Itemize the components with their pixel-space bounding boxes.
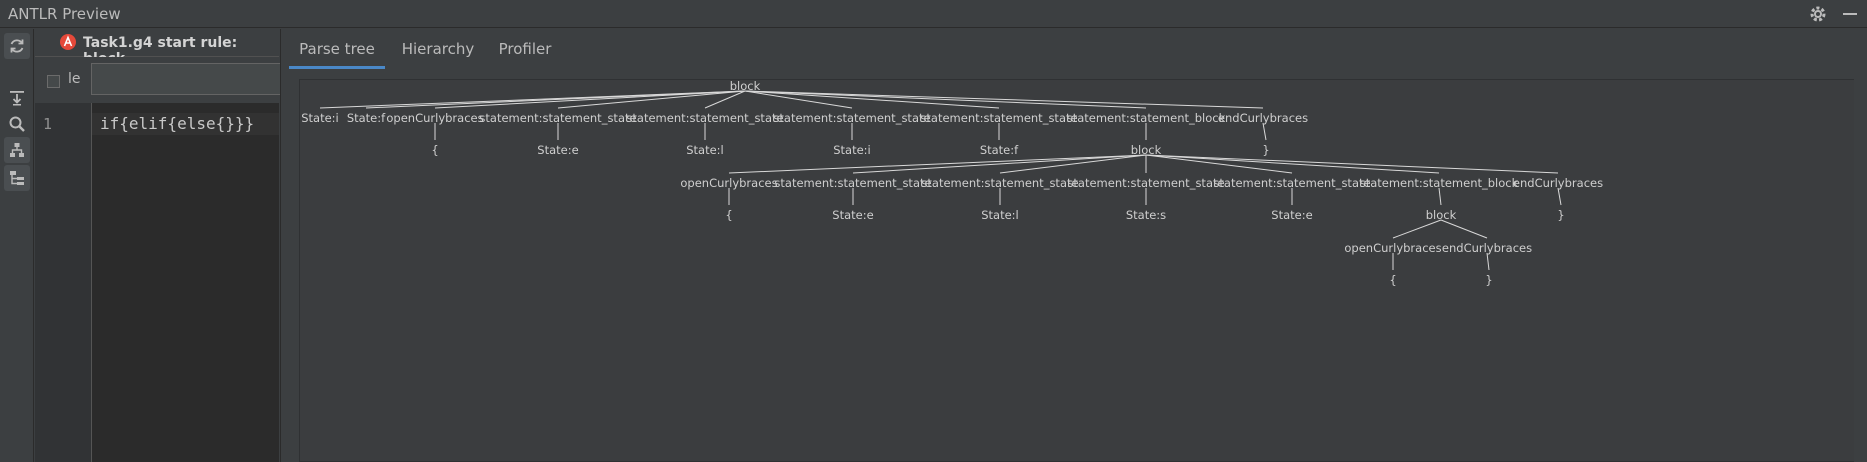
tree-node[interactable]: statement:statement_state — [774, 176, 931, 190]
tree-edge — [365, 90, 746, 109]
vertical-scrollbar[interactable] — [1854, 79, 1862, 462]
code-text[interactable]: if{elif{else{}}} — [100, 114, 254, 133]
tab-parse-tree[interactable]: Parse tree — [289, 29, 385, 69]
tree-node[interactable]: statement:statement_state — [1067, 176, 1224, 190]
tree-node[interactable]: statement:statement_state — [1213, 176, 1370, 190]
parse-tree: blockState:i State:f openCurlybracesstatem… — [301, 80, 1603, 287]
tree-node[interactable]: openCurlybraces — [386, 111, 483, 125]
tree-node[interactable]: } — [1485, 273, 1492, 287]
tree-node[interactable]: statement:statement_block — [1067, 111, 1226, 125]
tree-view-button[interactable] — [4, 137, 30, 163]
tree-edge — [1486, 252, 1490, 271]
tree-edge — [1438, 187, 1442, 206]
structure-view-button[interactable] — [4, 165, 30, 191]
tab-profiler[interactable]: Profiler — [487, 29, 563, 69]
input-file-field[interactable] — [91, 63, 291, 95]
tree-edge — [1392, 219, 1442, 239]
tree-node[interactable]: endCurlybraces — [1218, 111, 1308, 125]
tab-hierarchy[interactable]: Hierarchy — [393, 29, 483, 69]
tree-node[interactable]: statement:statement_state — [920, 111, 1077, 125]
tree-node[interactable]: block — [1131, 143, 1162, 157]
tree-node[interactable]: block — [730, 80, 761, 93]
tree-node[interactable]: } — [1557, 208, 1564, 222]
tree-node[interactable]: State:e — [537, 143, 578, 157]
export-button[interactable] — [4, 85, 30, 111]
tree-edge — [744, 90, 1000, 109]
tree-edge — [744, 90, 1147, 109]
preview-pane: Parse tree Hierarchy Profiler block State… — [280, 29, 1867, 462]
line-gutter: 1 — [35, 103, 92, 462]
download-arrow-icon — [10, 91, 24, 106]
tree-node[interactable]: block — [1426, 208, 1457, 222]
tree-edge — [728, 154, 1147, 174]
tree-node[interactable]: { — [725, 208, 732, 222]
tree-node[interactable]: State:l — [686, 143, 724, 157]
tree-edge — [1145, 154, 1440, 174]
hierarchy-icon — [10, 143, 24, 157]
tree-node[interactable]: State:f — [980, 143, 1019, 157]
gear-icon[interactable] — [1808, 4, 1828, 24]
input-file-checkbox[interactable] — [47, 75, 60, 88]
search-button[interactable] — [4, 111, 30, 137]
tree-node[interactable]: State:s — [1126, 208, 1166, 222]
tree-node[interactable]: State:i — [301, 111, 339, 125]
minimize-icon[interactable] — [1840, 4, 1860, 24]
tree-edge — [704, 90, 746, 109]
tree-edge — [1145, 154, 1559, 174]
input-file-row: le — [35, 57, 291, 103]
code-editor[interactable]: 1 if{elif{else{}}} — [35, 103, 279, 462]
tree-node[interactable]: openCurlybraces — [1344, 241, 1441, 255]
error-icon — [59, 33, 77, 51]
input-pane: Task1.g4 start rule: block le 1 if{elif{… — [35, 29, 291, 462]
structure-icon — [10, 171, 24, 185]
tree-edge — [744, 90, 1264, 109]
tree-edge — [1262, 122, 1267, 141]
tree-node[interactable]: State:i — [833, 143, 871, 157]
tree-node[interactable]: State:e — [832, 208, 873, 222]
tree-node[interactable]: State:f — [347, 111, 386, 125]
tree-node[interactable]: statement:statement_state — [921, 176, 1078, 190]
input-file-label: le — [68, 71, 81, 87]
tree-node[interactable]: endCurlybraces — [1442, 241, 1532, 255]
tree-edge — [1440, 219, 1488, 239]
line-number: 1 — [43, 115, 53, 133]
tree-node[interactable]: } — [1262, 143, 1269, 157]
tree-node[interactable]: openCurlybraces — [680, 176, 777, 190]
tree-edge — [1557, 187, 1562, 206]
search-icon — [9, 116, 25, 132]
tree-node[interactable]: State:e — [1271, 208, 1312, 222]
refresh-icon — [10, 39, 24, 53]
tree-node[interactable]: { — [431, 143, 438, 157]
tree-node[interactable]: statement:statement_state — [773, 111, 930, 125]
tree-node[interactable]: { — [1389, 273, 1396, 287]
tree-edge — [852, 154, 1147, 174]
tree-node[interactable]: endCurlybraces — [1513, 176, 1603, 190]
tree-node[interactable]: statement:statement_state — [479, 111, 636, 125]
tool-strip — [0, 29, 34, 462]
grammar-file-tab[interactable]: Task1.g4 start rule: block — [35, 29, 279, 67]
title-bar: ANTLR Preview — [0, 0, 1867, 28]
window-title: ANTLR Preview — [8, 5, 121, 23]
tree-node[interactable]: State:l — [981, 208, 1019, 222]
refresh-button[interactable] — [4, 33, 30, 59]
tree-node[interactable]: statement:statement_block — [1360, 176, 1519, 190]
parse-tree-canvas[interactable]: block State:i State:f openCurlybraces statem… — [299, 79, 1859, 462]
tree-node[interactable]: statement:statement_state — [626, 111, 783, 125]
